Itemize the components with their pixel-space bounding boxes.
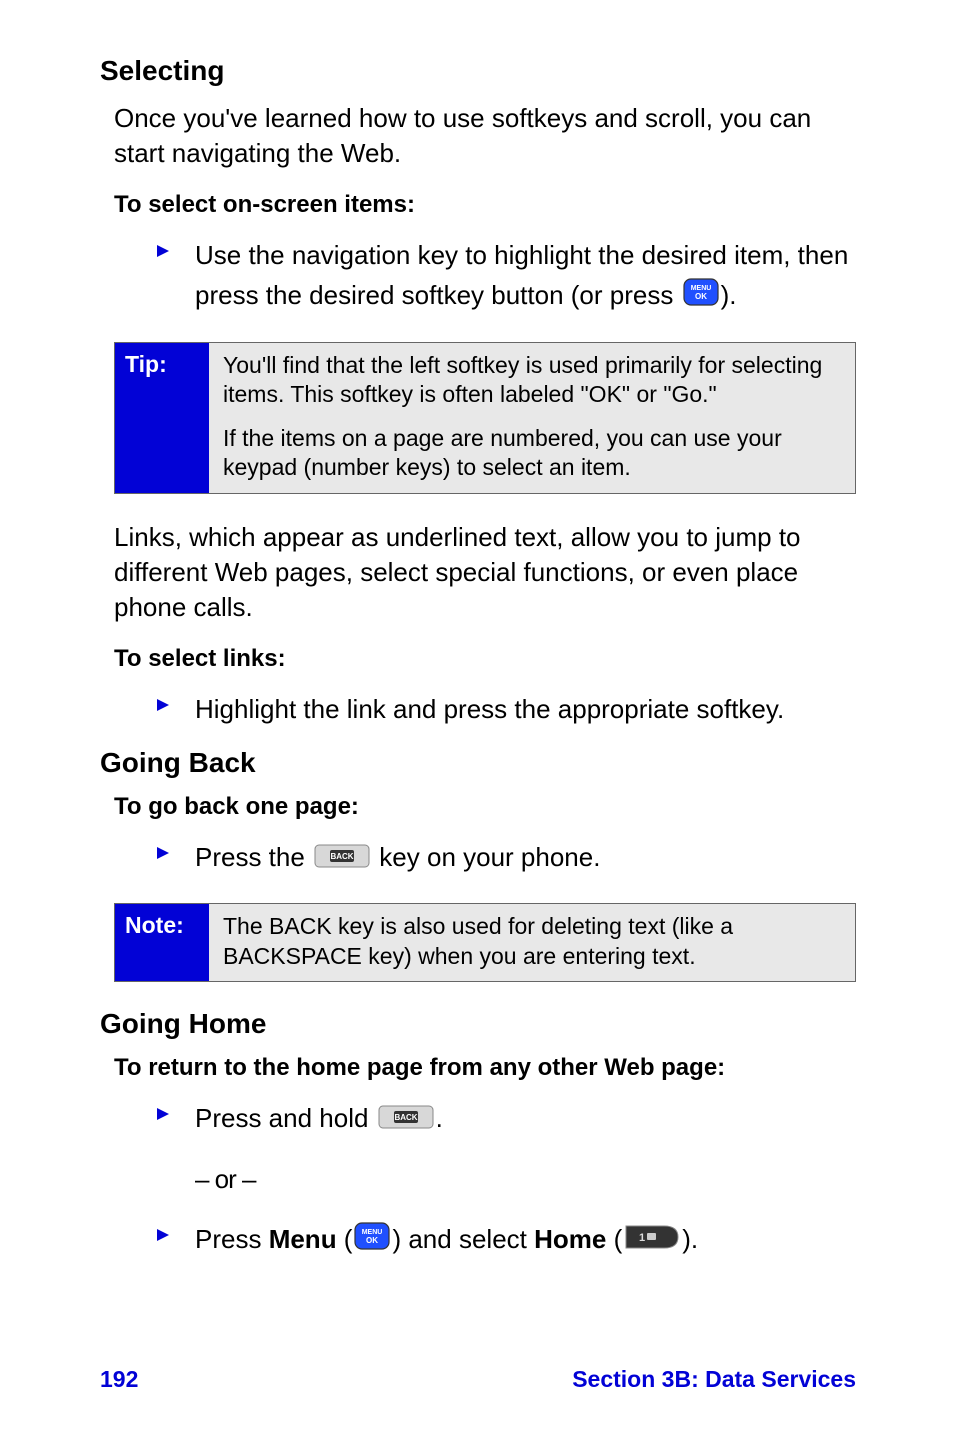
- note-body-text: The BACK key is also used for deleting t…: [223, 912, 841, 971]
- b2-pre: Press: [195, 1224, 269, 1254]
- home-bullet2-text: Press Menu ( MENU OK ) and select Home (…: [195, 1219, 856, 1261]
- tip-callout: Tip: You'll find that the left softkey i…: [114, 342, 856, 494]
- selecting-bullet-post: ).: [721, 280, 737, 310]
- menu-ok-key-icon: MENU OK: [683, 277, 719, 317]
- back-bullet: Press the BACK key on your phone.: [155, 837, 856, 879]
- b2-post: ).: [682, 1224, 698, 1254]
- svg-text:1: 1: [639, 1232, 645, 1244]
- going-back-subhead: To go back one page:: [114, 793, 856, 821]
- home-bullet1-post: .: [436, 1103, 443, 1133]
- back-bullet-post: key on your phone.: [379, 842, 600, 872]
- home-bullet-1: Press and hold BACK .: [155, 1098, 856, 1140]
- going-home-subhead: To return to the home page from any othe…: [114, 1054, 856, 1082]
- note-body: The BACK key is also used for deleting t…: [209, 904, 855, 981]
- home-bullet1-pre: Press and hold: [195, 1103, 376, 1133]
- selecting-bullet-text: Use the navigation key to highlight the …: [195, 235, 856, 318]
- home-bullet1-text: Press and hold BACK .: [195, 1098, 856, 1140]
- svg-text:OK: OK: [695, 292, 707, 301]
- selecting-heading: Selecting: [100, 55, 856, 87]
- svg-text:MENU: MENU: [362, 1229, 383, 1236]
- back-key-icon: BACK: [314, 839, 370, 879]
- svg-text:BACK: BACK: [394, 1113, 417, 1122]
- b2-open2: (: [606, 1224, 622, 1254]
- back-bullet-text: Press the BACK key on your phone.: [195, 837, 856, 879]
- going-back-heading: Going Back: [100, 747, 856, 779]
- tip-label: Tip:: [115, 343, 209, 493]
- links-bullet: Highlight the link and press the appropr…: [155, 689, 856, 729]
- bullet-arrow-icon: [155, 845, 171, 866]
- page-footer: 192 Section 3B: Data Services: [100, 1366, 856, 1393]
- b2-mid: ) and select: [392, 1224, 534, 1254]
- b2-open: (: [337, 1224, 353, 1254]
- links-bullet-text: Highlight the link and press the appropr…: [195, 689, 856, 729]
- b2-home: Home: [534, 1224, 606, 1254]
- section-label: Section 3B: Data Services: [572, 1366, 856, 1393]
- svg-text:MENU: MENU: [690, 285, 711, 292]
- back-key-icon: BACK: [378, 1100, 434, 1140]
- svg-text:OK: OK: [366, 1236, 378, 1245]
- bullet-arrow-icon: [155, 243, 171, 264]
- back-bullet-pre: Press the: [195, 842, 312, 872]
- tip-p2: If the items on a page are numbered, you…: [223, 424, 841, 483]
- note-callout: Note: The BACK key is also used for dele…: [114, 903, 856, 982]
- svg-text:BACK: BACK: [331, 852, 354, 861]
- bullet-arrow-icon: [155, 1227, 171, 1248]
- links-subhead: To select links:: [114, 645, 856, 673]
- tip-body: You'll find that the left softkey is use…: [209, 343, 855, 493]
- selecting-bullet-pre: Use the navigation key to highlight the …: [195, 240, 848, 310]
- selecting-subhead: To select on-screen items:: [114, 191, 856, 219]
- bullet-arrow-icon: [155, 697, 171, 718]
- b2-menu: Menu: [269, 1224, 337, 1254]
- selecting-intro: Once you've learned how to use softkeys …: [114, 101, 856, 171]
- bullet-arrow-icon: [155, 1106, 171, 1127]
- going-home-heading: Going Home: [100, 1008, 856, 1040]
- menu-ok-key-icon: MENU OK: [354, 1221, 390, 1261]
- home-key-icon: 1: [624, 1221, 680, 1261]
- selecting-bullet: Use the navigation key to highlight the …: [155, 235, 856, 318]
- links-para: Links, which appear as underlined text, …: [114, 520, 856, 625]
- or-separator: – or –: [195, 1164, 856, 1195]
- page-number: 192: [100, 1366, 138, 1393]
- tip-p1: You'll find that the left softkey is use…: [223, 351, 841, 410]
- home-bullet-2: Press Menu ( MENU OK ) and select Home (…: [155, 1219, 856, 1261]
- note-label: Note:: [115, 904, 209, 981]
